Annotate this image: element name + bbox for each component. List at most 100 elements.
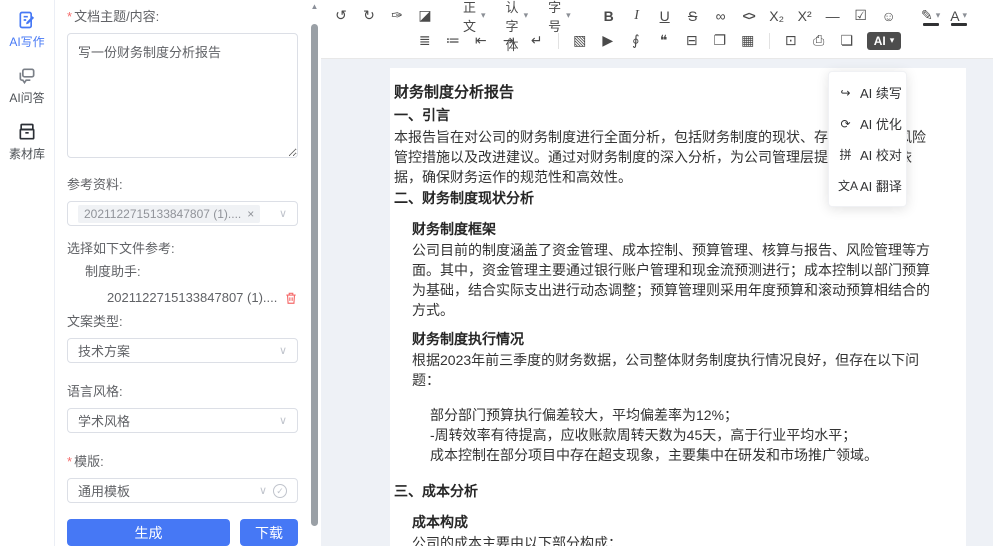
sidebar-item-ai-writing[interactable]: AI写作 xyxy=(0,10,54,50)
generate-button[interactable]: 生成 xyxy=(67,519,230,546)
menu-item-label: AI 优化 xyxy=(860,114,902,133)
text-wrap-icon: ↵ xyxy=(531,32,543,49)
outdent-icon: ⇤ xyxy=(475,32,487,49)
fullscreen-button[interactable]: ❏ xyxy=(835,29,859,53)
ai-menu-button[interactable]: AI▾ xyxy=(867,32,902,50)
sidebar-item-material-library[interactable]: 素材库 xyxy=(0,122,54,162)
attachment-icon: ∮ xyxy=(632,32,639,49)
doc-block-h3[interactable]: 财务制度框架 xyxy=(412,219,938,240)
caret-down-icon: ▾ xyxy=(524,10,529,21)
menu-item-ai-translate[interactable]: 文AAI 翻译 xyxy=(829,170,906,201)
strikethrough-button[interactable]: S xyxy=(681,4,705,28)
page-break-button[interactable]: ❐ xyxy=(708,29,732,53)
editor-toolbar: ↺↻✑◪正文▾默认字体▾字号▾BIUS∞<>X₂X²—☑☺✎▾A▾≡▾ ≣≔⇤⇥… xyxy=(321,0,993,59)
doc-block-h3[interactable]: 成本构成 xyxy=(412,512,938,533)
doc-block-h2[interactable]: 三、成本分析 xyxy=(394,480,938,503)
subscript-button[interactable]: X₂ xyxy=(765,4,789,28)
clear-format-icon: ◪ xyxy=(418,7,431,24)
italic-button[interactable]: I xyxy=(625,4,649,28)
remove-tag-icon[interactable]: × xyxy=(247,207,254,221)
lang-style-label: 语言风格: xyxy=(67,381,298,400)
doc-type-select[interactable]: 技术方案 ∨ xyxy=(67,338,298,363)
clear-format-button[interactable]: ◪ xyxy=(413,4,437,28)
color-bar xyxy=(951,23,967,26)
link-icon: ∞ xyxy=(716,8,726,24)
code-button[interactable]: <> xyxy=(737,4,761,28)
blockquote-button[interactable]: ❝ xyxy=(652,29,676,53)
font-color-button[interactable]: A▾ xyxy=(947,4,971,28)
font-size-value: 字号 xyxy=(548,0,561,35)
doc-block-p[interactable]: -周转效率有待提高，应收账款周转天数为45天，高于行业平均水平； xyxy=(430,425,938,445)
reference-file-tag[interactable]: 2021122715133847807 (1).... × xyxy=(78,205,260,223)
superscript-button[interactable]: X² xyxy=(793,4,817,28)
undo-button[interactable]: ↺ xyxy=(329,4,353,28)
format-painter-icon: ✑ xyxy=(391,7,403,24)
template-label: *模版: xyxy=(67,451,298,470)
link-button[interactable]: ∞ xyxy=(709,4,733,28)
subscript-icon: X₂ xyxy=(769,8,784,24)
menu-item-ai-continue-writing[interactable]: ↪AI 续写 xyxy=(829,77,906,108)
font-color-icon: A xyxy=(950,8,959,24)
material-library-icon xyxy=(17,122,37,142)
doc-block-p[interactable]: 公司目前的制度涵盖了资金管理、成本控制、预算管理、核算与报告、风险管理等方面。其… xyxy=(412,240,938,320)
file-row: 2021122715133847807 (1).... xyxy=(107,290,298,305)
menu-item-ai-optimize[interactable]: ⟳AI 优化 xyxy=(829,108,906,139)
code-icon: <> xyxy=(743,9,755,23)
topic-label: *文档主题/内容: xyxy=(67,6,298,25)
doc-block-p[interactable]: 部分部门预算执行偏差较大，平均偏差率为12%； xyxy=(430,405,938,425)
doc-block-h3[interactable]: 财务制度执行情况 xyxy=(412,329,938,350)
attachment-button[interactable]: ∮ xyxy=(624,29,648,53)
caret-down-icon: ▾ xyxy=(890,35,895,46)
highlight-color-icon: ✎ xyxy=(921,7,933,24)
download-button[interactable]: 下载 xyxy=(240,519,298,546)
table-button[interactable]: ▦ xyxy=(736,29,760,53)
bullet-list-button[interactable]: ≣ xyxy=(413,29,437,53)
indent-button[interactable]: ⇥ xyxy=(497,29,521,53)
divider-block-button[interactable]: ⊟ xyxy=(680,29,704,53)
print-button[interactable]: ⎙ xyxy=(807,29,831,53)
sidebar-item-ai-qa[interactable]: AI问答 xyxy=(0,66,54,106)
ordered-list-button[interactable]: ≔ xyxy=(441,29,465,53)
redo-button[interactable]: ↻ xyxy=(357,4,381,28)
font-size-select[interactable]: 字号▾ xyxy=(540,4,579,28)
image-button[interactable]: ▧ xyxy=(568,29,592,53)
doc-block-p[interactable]: 成本控制在部分项目中存在超支现象，主要集中在研发和市场推广领域。 xyxy=(430,445,938,465)
text-wrap-button[interactable]: ↵ xyxy=(525,29,549,53)
sidebar-item-label: AI问答 xyxy=(9,89,44,106)
highlight-color-button[interactable]: ✎▾ xyxy=(919,4,943,28)
paragraph-style-select[interactable]: 正文▾ xyxy=(455,4,494,28)
template-check-icon: ✓ xyxy=(273,484,287,498)
caret-down-icon: ▾ xyxy=(936,10,941,21)
format-painter-button[interactable]: ✑ xyxy=(385,4,409,28)
task-list-icon: ☑ xyxy=(854,7,867,24)
doc-block-p[interactable]: 公司的成本主要由以下部分构成： xyxy=(412,533,938,546)
doc-block-p[interactable]: 根据2023年前三季度的财务数据，公司整体财务制度执行情况良好，但存在以下问题： xyxy=(412,350,938,390)
sidebar-item-label: AI写作 xyxy=(9,33,44,50)
reference-select[interactable]: 2021122715133847807 (1).... × ∨ xyxy=(67,201,298,226)
topic-input[interactable] xyxy=(67,33,298,158)
font-family-select[interactable]: 默认字体▾ xyxy=(498,4,537,28)
outdent-button[interactable]: ⇤ xyxy=(469,29,493,53)
caret-down-icon: ▾ xyxy=(566,10,571,21)
blockquote-icon: ❝ xyxy=(660,32,668,49)
template-select[interactable]: 通用模板 ∨ ✓ xyxy=(67,478,298,503)
form-panel: *文档主题/内容: 参考资料: 2021122715133847807 (1).… xyxy=(55,0,308,546)
lang-style-select[interactable]: 学术风格 ∨ xyxy=(67,408,298,433)
required-asterisk: * xyxy=(67,9,72,24)
scrollbar-thumb[interactable] xyxy=(311,24,318,526)
delete-file-icon[interactable] xyxy=(284,291,298,305)
scroll-up-icon[interactable]: ▲ xyxy=(308,2,321,11)
video-button[interactable]: ▶ xyxy=(596,29,620,53)
menu-item-ai-proofread[interactable]: 拼AI 校对 xyxy=(829,139,906,170)
panel-scrollbar[interactable]: ▲ xyxy=(308,0,321,546)
page-gutter xyxy=(321,59,390,546)
underline-button[interactable]: U xyxy=(653,4,677,28)
task-list-button[interactable]: ☑ xyxy=(849,4,873,28)
bold-button[interactable]: B xyxy=(597,4,621,28)
emoji-button[interactable]: ☺ xyxy=(877,4,901,28)
horizontal-rule-button[interactable]: — xyxy=(821,4,845,28)
panel-view-button[interactable]: ⊡ xyxy=(779,29,803,53)
align-button[interactable]: ≡▾ xyxy=(989,4,993,28)
doc-type-label: 文案类型: xyxy=(67,311,298,330)
sidebar-item-label: 素材库 xyxy=(9,145,45,162)
